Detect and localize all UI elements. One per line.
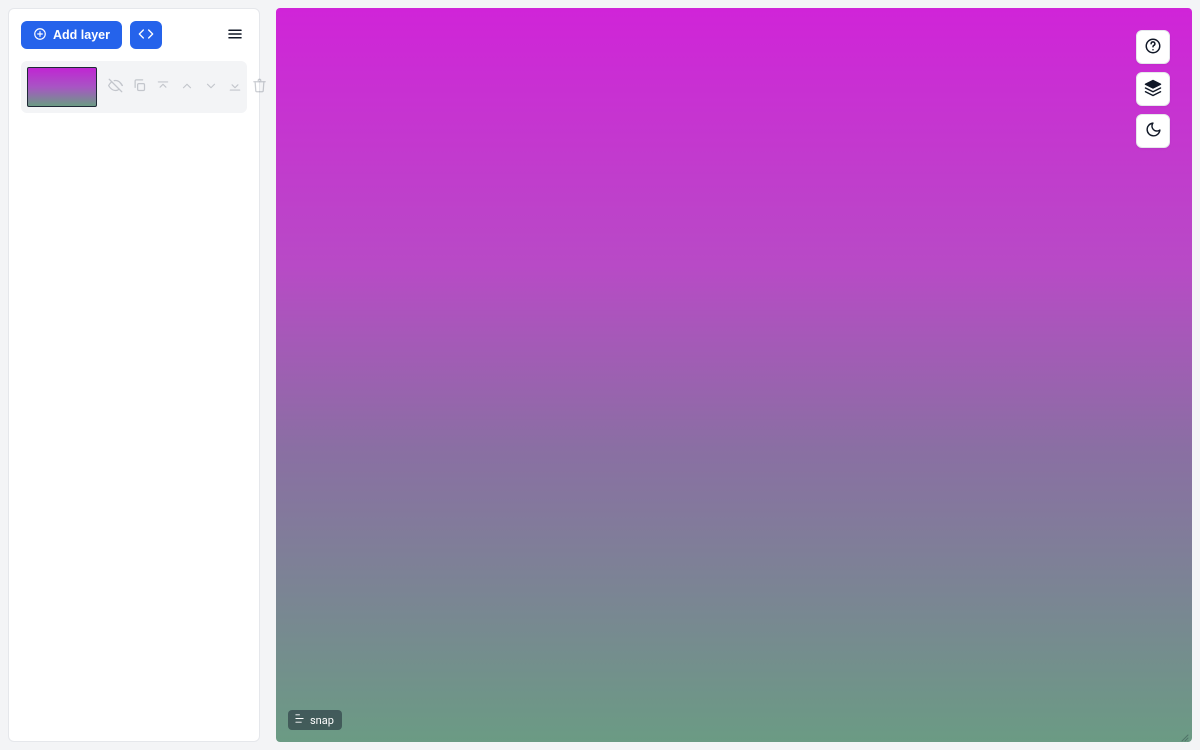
resize-icon xyxy=(1178,728,1190,742)
floating-tools xyxy=(1136,30,1170,148)
snap-icon xyxy=(294,713,305,727)
moon-icon xyxy=(1145,121,1162,141)
sidebar: Add layer xyxy=(8,8,260,742)
add-layer-label: Add layer xyxy=(53,28,110,42)
dark-mode-button[interactable] xyxy=(1136,114,1170,148)
canvas-resize-handle[interactable] xyxy=(1178,728,1190,740)
code-icon xyxy=(138,26,154,45)
canvas[interactable]: snap xyxy=(276,8,1192,742)
layer-duplicate-button[interactable] xyxy=(131,79,147,95)
chevron-down-icon xyxy=(204,79,218,96)
layer-move-top-button[interactable] xyxy=(155,79,171,95)
help-circle-icon xyxy=(1144,37,1162,58)
eye-off-icon xyxy=(108,78,123,96)
sidebar-header: Add layer xyxy=(21,21,247,49)
trash-icon xyxy=(252,78,267,96)
layer-move-bottom-button[interactable] xyxy=(227,79,243,95)
layer-thumbnail[interactable] xyxy=(27,67,97,107)
copy-icon xyxy=(132,78,147,96)
arrow-bottom-icon xyxy=(228,79,242,96)
layer-card[interactable] xyxy=(21,61,247,113)
menu-button[interactable] xyxy=(223,23,247,47)
add-layer-button[interactable]: Add layer xyxy=(21,21,122,49)
snap-label: snap xyxy=(310,714,334,727)
menu-icon xyxy=(226,25,244,46)
layers-icon xyxy=(1144,79,1162,100)
layer-move-down-button[interactable] xyxy=(203,79,219,95)
layer-actions xyxy=(103,79,267,95)
code-button[interactable] xyxy=(130,21,162,49)
layer-move-up-button[interactable] xyxy=(179,79,195,95)
chevron-up-icon xyxy=(180,79,194,96)
layers-panel-button[interactable] xyxy=(1136,72,1170,106)
help-button[interactable] xyxy=(1136,30,1170,64)
layer-toggle-visibility-button[interactable] xyxy=(107,79,123,95)
layer-delete-button[interactable] xyxy=(251,79,267,95)
snap-toggle[interactable]: snap xyxy=(288,710,342,730)
arrow-top-icon xyxy=(156,79,170,96)
plus-circle-icon xyxy=(33,27,47,44)
